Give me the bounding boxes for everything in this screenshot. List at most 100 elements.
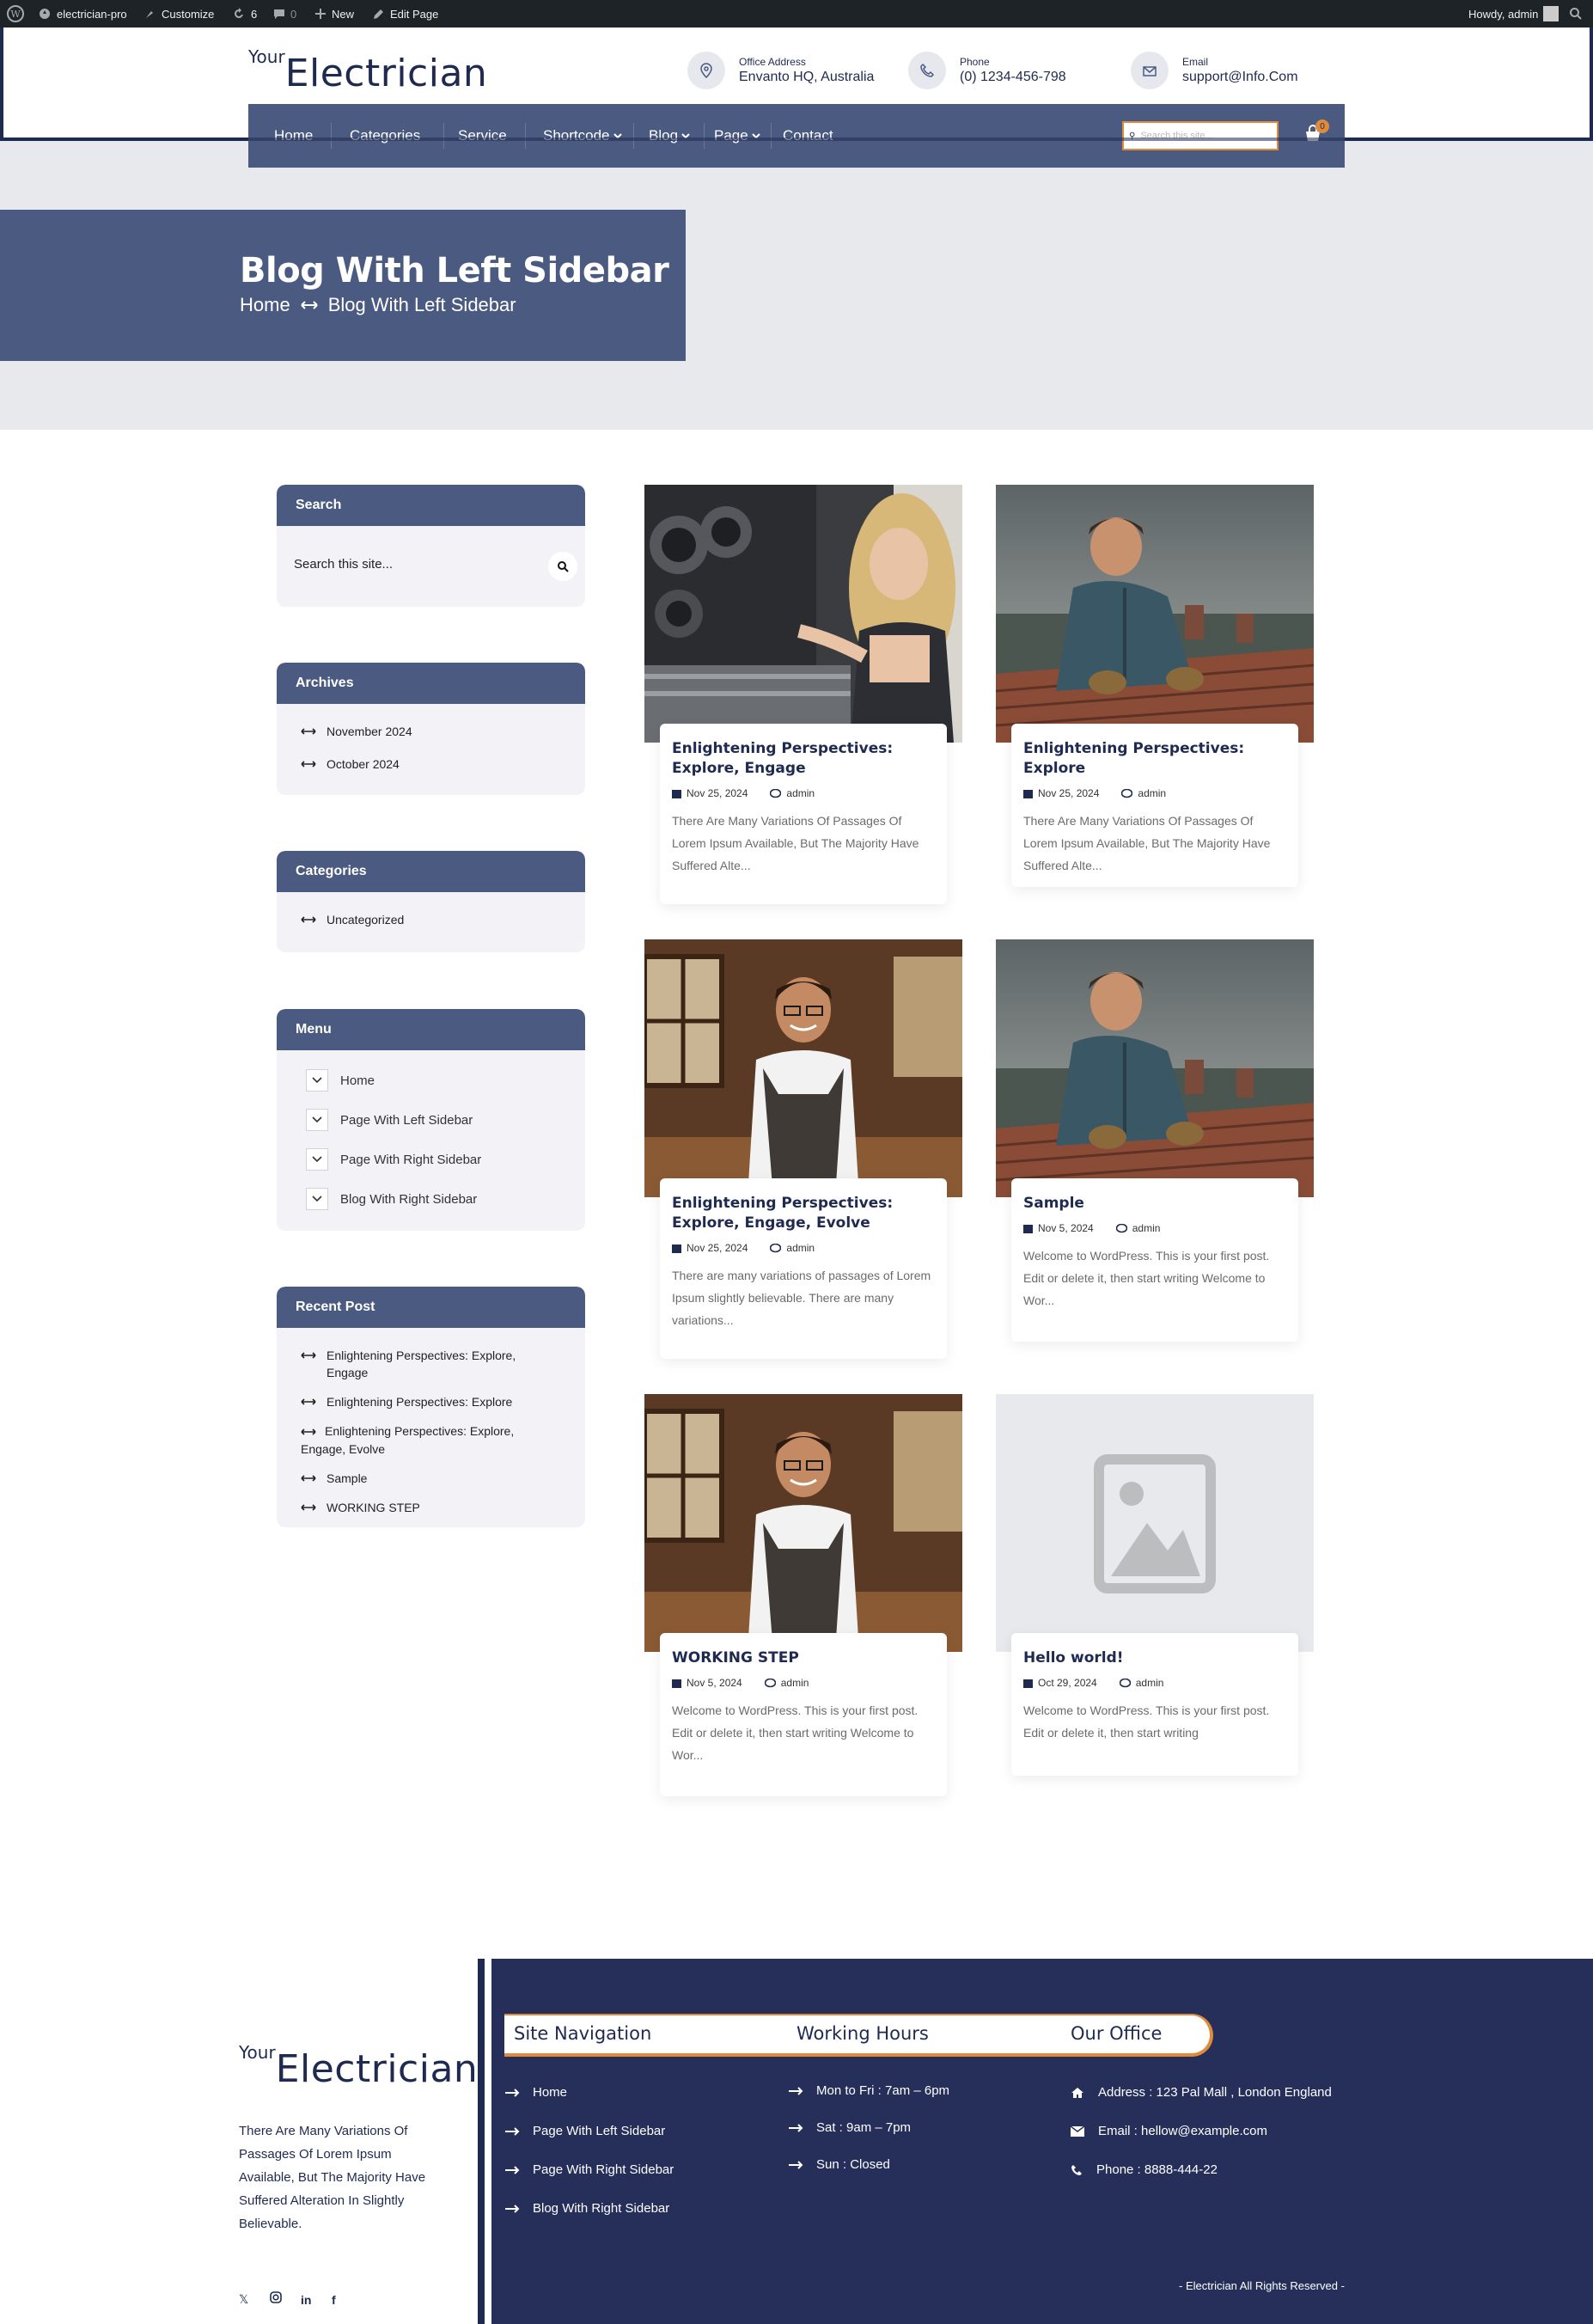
recent-post-link[interactable]: Enlightening Perspectives: Explore xyxy=(301,1393,551,1410)
post-date[interactable]: Nov 25, 2024 xyxy=(672,1242,748,1254)
instagram-icon[interactable] xyxy=(270,2291,301,2308)
post-content: Enlightening Perspectives: Explore, Enga… xyxy=(660,724,947,904)
chevron-down-icon[interactable] xyxy=(306,1188,328,1210)
post-content: Enlightening Perspectives: Explore, Enga… xyxy=(660,1178,947,1359)
post-thumbnail[interactable] xyxy=(644,1394,962,1652)
nav-item-contact[interactable]: Contact xyxy=(783,104,833,168)
post-thumbnail[interactable] xyxy=(644,485,962,743)
post-author[interactable]: admin xyxy=(1115,1222,1160,1234)
nav-item-service[interactable]: Service xyxy=(458,104,507,168)
post-thumbnail[interactable] xyxy=(996,485,1314,743)
facebook-icon[interactable]: f xyxy=(332,2293,363,2307)
arrow-right-icon xyxy=(789,2086,803,2095)
menu-item-page-left-sidebar[interactable]: Page With Left Sidebar xyxy=(306,1109,585,1131)
nav-item-categories[interactable]: Categories xyxy=(350,104,420,168)
wordpress-logo-icon[interactable]: W xyxy=(7,0,24,28)
nav-item-shortcode[interactable]: Shortcode xyxy=(543,104,622,168)
site-logo[interactable]: Your Electrician xyxy=(248,46,487,95)
admin-search-icon[interactable] xyxy=(1569,0,1583,28)
cart-icon[interactable]: 0 xyxy=(1303,119,1329,148)
post-author[interactable]: admin xyxy=(770,1242,815,1254)
office-phone[interactable]: Phone : 8888-444-22 xyxy=(1071,2162,1218,2177)
recent-post-link[interactable]: Sample xyxy=(301,1470,551,1487)
arrow-right-icon xyxy=(505,2126,520,2136)
breadcrumb-home-link[interactable]: Home xyxy=(240,294,290,316)
menu-item-blog-right-sidebar[interactable]: Blog With Right Sidebar xyxy=(306,1188,585,1210)
email-info: Email support@Info.Com xyxy=(1131,52,1298,89)
chevron-down-icon[interactable] xyxy=(306,1069,328,1092)
calendar-icon xyxy=(1023,789,1033,798)
mail-icon xyxy=(1131,52,1169,89)
post-date[interactable]: Nov 25, 2024 xyxy=(1023,787,1099,799)
dashboard-icon xyxy=(40,9,50,19)
post-title[interactable]: Sample xyxy=(1023,1194,1286,1214)
post-title[interactable]: Hello world! xyxy=(1023,1648,1286,1668)
admin-comments-link[interactable]: 0 xyxy=(273,0,296,28)
location-icon xyxy=(687,52,725,89)
post-title[interactable]: Enlightening Perspectives: Explore, Enga… xyxy=(672,1194,935,1233)
admin-updates-link[interactable]: 6 xyxy=(232,0,257,28)
post-title[interactable]: Enlightening Perspectives: Explore xyxy=(1023,739,1286,779)
post-date[interactable]: Oct 29, 2024 xyxy=(1023,1677,1097,1689)
chevron-down-icon[interactable] xyxy=(306,1109,328,1131)
search-button[interactable] xyxy=(548,552,577,581)
admin-account-link[interactable]: Howdy, admin xyxy=(1468,0,1559,28)
post-author[interactable]: admin xyxy=(770,787,815,799)
nav-item-page[interactable]: Page xyxy=(714,104,760,168)
recent-post-link[interactable]: WORKING STEP xyxy=(301,1499,551,1516)
double-arrow-icon xyxy=(300,301,318,309)
post-thumbnail[interactable] xyxy=(996,939,1314,1197)
working-hours-item: Mon to Fri : 7am – 6pm xyxy=(789,2083,949,2098)
chevron-down-icon[interactable] xyxy=(306,1148,328,1171)
post-date[interactable]: Nov 5, 2024 xyxy=(672,1677,742,1689)
comments-icon xyxy=(1121,788,1133,798)
comments-icon xyxy=(770,788,782,798)
office-email[interactable]: Email : hellow@example.com xyxy=(1071,2124,1267,2138)
menu-item-page-right-sidebar[interactable]: Page With Right Sidebar xyxy=(306,1148,585,1171)
archive-link[interactable]: November 2024 xyxy=(301,723,585,740)
linkedin-icon[interactable]: in xyxy=(301,2293,332,2307)
footer-nav-link[interactable]: Home xyxy=(505,2085,567,2100)
archive-link[interactable]: October 2024 xyxy=(301,755,585,773)
post-author[interactable]: admin xyxy=(1121,787,1166,799)
recent-post-link[interactable]: Enlightening Perspectives: Explore, Enga… xyxy=(301,1347,551,1381)
post-excerpt: There Are Many Variations Of Passages Of… xyxy=(672,814,919,872)
post-date[interactable]: Nov 5, 2024 xyxy=(1023,1222,1094,1234)
admin-site-link[interactable]: electrician-pro xyxy=(38,0,127,28)
header-search-input[interactable]: ⚲ Search this site... xyxy=(1122,121,1279,150)
post-title[interactable]: WORKING STEP xyxy=(672,1648,935,1668)
comments-icon xyxy=(770,1243,782,1252)
admin-bar: W electrician-pro Customize 6 0 New Edit… xyxy=(0,0,1593,28)
footer-nav-link[interactable]: Page With Right Sidebar xyxy=(505,2162,674,2177)
social-links: 𝕏 in f xyxy=(239,2291,363,2308)
avatar xyxy=(1543,6,1559,21)
admin-new-link[interactable]: New xyxy=(314,0,354,28)
phone-icon xyxy=(1071,2164,1082,2175)
comments-icon xyxy=(764,1678,776,1687)
footer-about: There Are Many Variations Of Passages Of… xyxy=(239,2124,426,2231)
post-thumbnail[interactable] xyxy=(996,1394,1314,1652)
post-author[interactable]: admin xyxy=(764,1677,809,1689)
recent-post-link[interactable]: Enlightening Perspectives: Explore, Enga… xyxy=(301,1422,551,1458)
admin-edit-page-link[interactable]: Edit Page xyxy=(373,0,438,28)
category-link[interactable]: Uncategorized xyxy=(301,911,585,928)
post-date[interactable]: Nov 25, 2024 xyxy=(672,787,748,799)
nav-item-blog[interactable]: Blog xyxy=(649,104,690,168)
double-arrow-icon xyxy=(301,916,316,923)
sidebar-search-input[interactable]: Search this site... xyxy=(277,526,585,607)
post-author[interactable]: admin xyxy=(1119,1677,1163,1689)
footer-logo[interactable]: Your Electrician xyxy=(239,2042,478,2091)
post-thumbnail[interactable] xyxy=(644,939,962,1197)
post-title[interactable]: Enlightening Perspectives: Explore, Enga… xyxy=(672,739,935,779)
home-icon xyxy=(1071,2087,1083,2098)
menu-item-home[interactable]: Home xyxy=(306,1069,585,1092)
arrow-right-icon xyxy=(789,2160,803,2169)
footer-nav-link[interactable]: Blog With Right Sidebar xyxy=(505,2201,669,2216)
x-twitter-icon[interactable]: 𝕏 xyxy=(239,2292,270,2307)
footer-nav-link[interactable]: Page With Left Sidebar xyxy=(505,2124,665,2138)
nav-item-home[interactable]: Home xyxy=(274,104,313,168)
post-excerpt: There are many variations of passages of… xyxy=(672,1269,931,1327)
arrow-right-icon xyxy=(505,2204,520,2213)
office-address: Address : 123 Pal Mall , London England xyxy=(1071,2085,1332,2100)
admin-customize-link[interactable]: Customize xyxy=(144,0,214,28)
